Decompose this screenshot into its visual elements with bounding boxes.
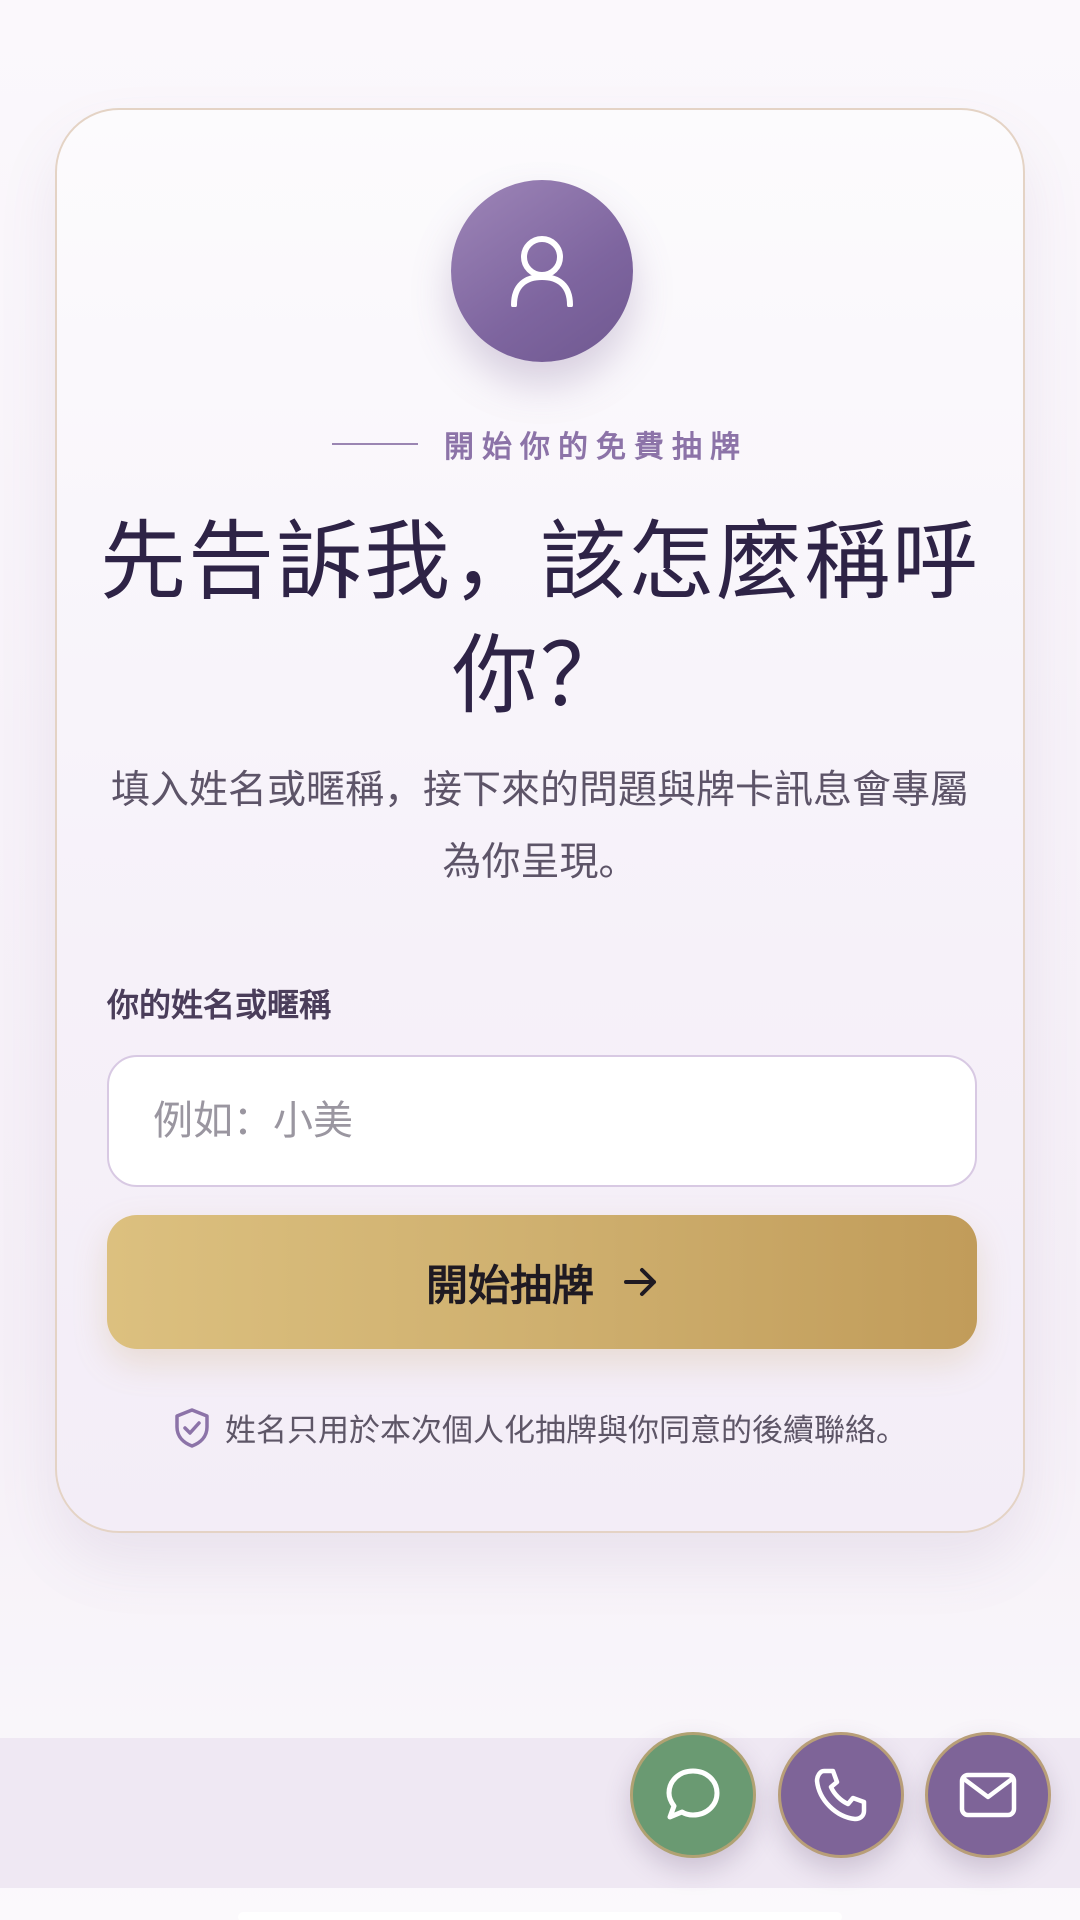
start-draw-label: 開始抽牌 (425, 1260, 594, 1310)
name-entry-card: 開始你的免費抽牌 先告訴我，該怎麼稱呼你？ 填入姓名或暱稱，接下來的問題與牌卡訊… (55, 108, 1025, 1533)
privacy-note-text: 姓名只用於本次個人化抽牌與你同意的後續聯絡。 (225, 1413, 907, 1449)
mail-button[interactable] (925, 1732, 1051, 1858)
user-icon (511, 236, 573, 307)
start-draw-button[interactable]: 開始抽牌 (107, 1215, 977, 1349)
arrow-right-icon (624, 1268, 656, 1296)
mail-icon (959, 1772, 1017, 1818)
phone-icon (814, 1768, 867, 1822)
chat-button[interactable] (630, 1732, 756, 1858)
home-indicator (238, 1912, 842, 1920)
phone-button[interactable] (778, 1732, 904, 1858)
eyebrow-divider (332, 443, 418, 445)
chat-bubble-icon (666, 1768, 720, 1820)
avatar (451, 180, 633, 362)
bottom-bar (0, 1738, 1080, 1888)
eyebrow: 開始你的免費抽牌 (57, 422, 1023, 466)
name-input[interactable] (107, 1055, 977, 1187)
eyebrow-text: 開始你的免費抽牌 (444, 430, 748, 465)
name-field-label: 你的姓名或暱稱 (107, 986, 332, 1024)
shield-check-icon (175, 1407, 209, 1448)
page-title: 先告訴我，該怎麼稱呼你？ (100, 512, 980, 726)
page-subtitle: 填入姓名或暱稱，接下來的問題與牌卡訊息會專屬為你呈現。 (110, 768, 969, 885)
privacy-note: 姓名只用於本次個人化抽牌與你同意的後續聯絡。 (57, 1405, 1023, 1450)
